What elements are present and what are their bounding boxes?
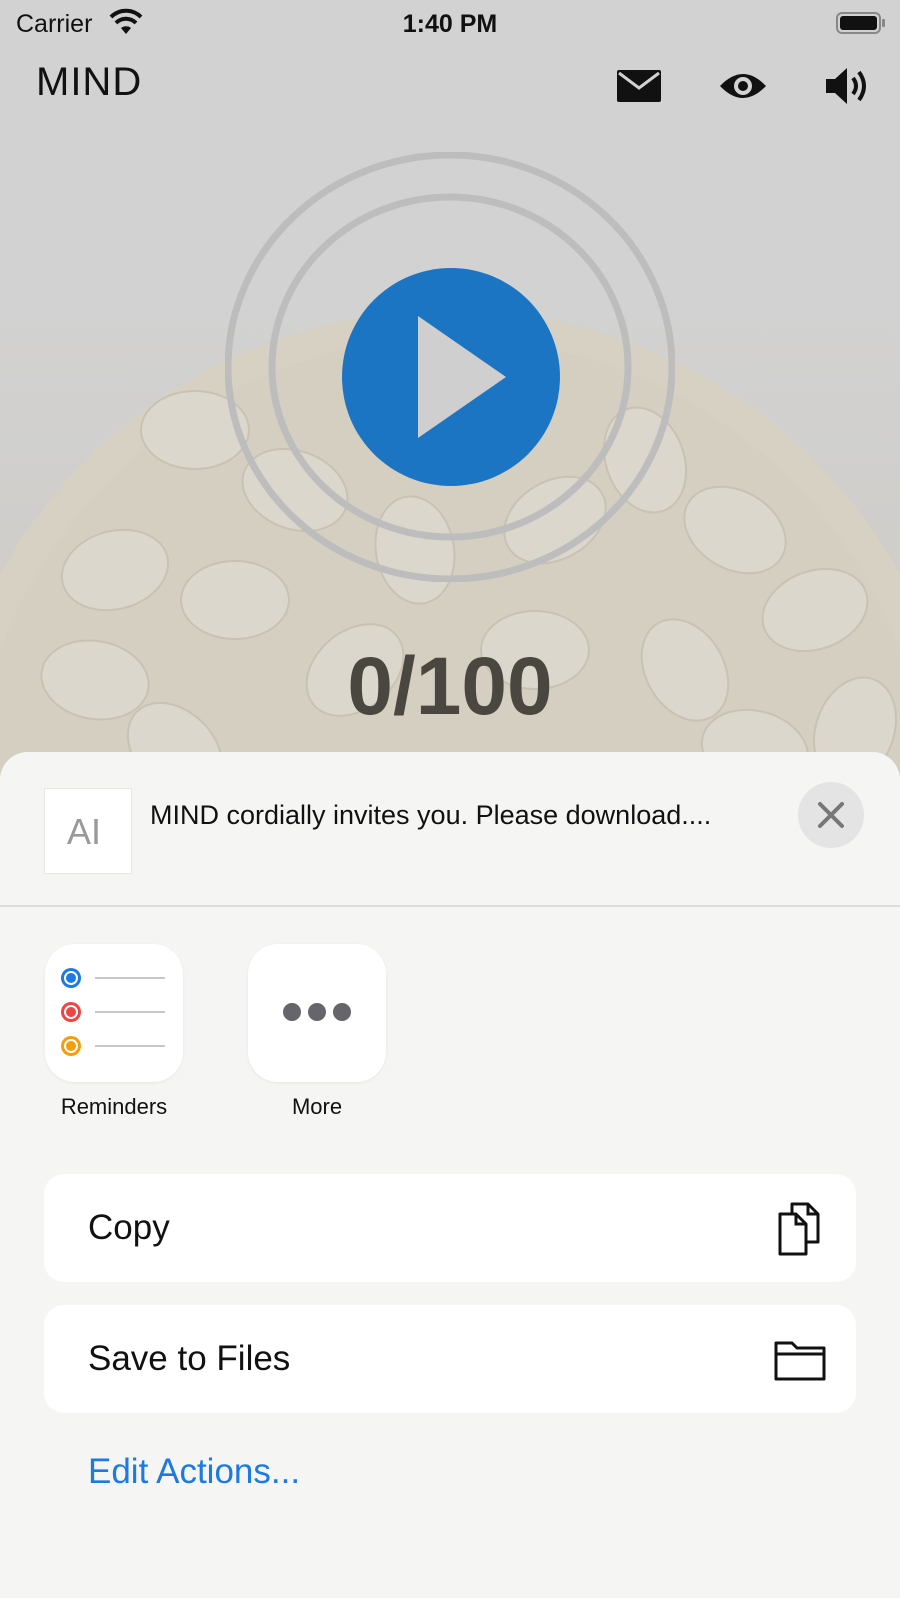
copy-label: Copy <box>88 1208 170 1247</box>
share-preview-text: MIND cordially invites you. Please downl… <box>150 800 712 830</box>
edit-actions-link[interactable]: Edit Actions... <box>88 1452 300 1492</box>
reminders-app-button[interactable] <box>45 944 183 1082</box>
reminders-label: Reminders <box>60 1094 168 1119</box>
close-button[interactable] <box>798 782 864 848</box>
copy-action[interactable]: Copy <box>44 1174 856 1282</box>
save-to-files-action[interactable]: Save to Files <box>44 1305 856 1413</box>
more-apps-button[interactable] <box>248 944 386 1082</box>
play-button[interactable] <box>342 268 560 486</box>
more-label: More <box>291 1094 343 1119</box>
copy-icon <box>778 1202 820 1256</box>
save-to-files-label: Save to Files <box>88 1339 291 1378</box>
share-sheet: AI MIND cordially invites you. Please do… <box>0 752 900 1598</box>
mail-icon[interactable] <box>614 64 664 108</box>
top-nav-bar: MIND <box>0 50 900 120</box>
eye-icon[interactable] <box>718 64 768 108</box>
text-preview-thumbnail: AI <box>44 788 132 874</box>
share-sheet-header: AI MIND cordially invites you. Please do… <box>0 752 900 907</box>
status-bar: Carrier 1:40 PM <box>0 0 900 46</box>
reminders-icon <box>61 968 165 1056</box>
more-icon <box>283 1003 351 1021</box>
speaker-icon[interactable] <box>822 64 872 108</box>
close-icon <box>818 802 844 828</box>
progress-counter: 0/100 <box>347 641 553 732</box>
status-time: 1:40 PM <box>402 10 498 38</box>
play-icon <box>418 316 506 438</box>
app-title: MIND <box>36 60 143 104</box>
battery-icon <box>836 12 885 34</box>
text-icon: AI <box>67 811 102 852</box>
folder-icon <box>774 1341 826 1381</box>
